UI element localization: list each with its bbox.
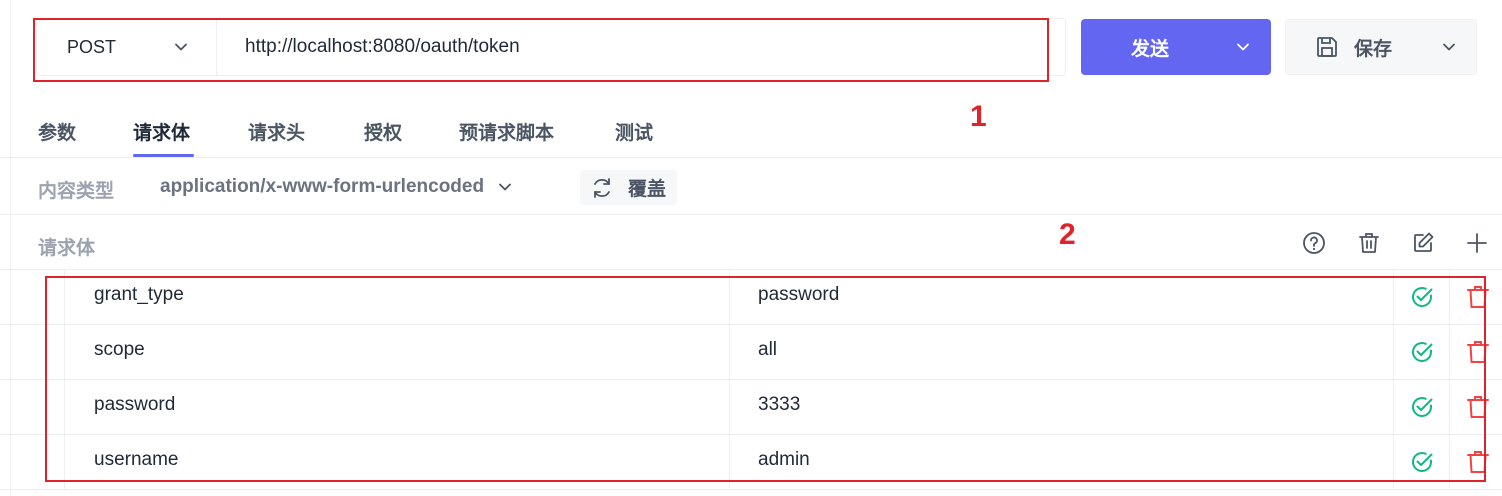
tab-auth[interactable]: 授权 xyxy=(364,118,402,145)
param-key[interactable]: grant_type xyxy=(94,284,184,306)
tab-tests[interactable]: 测试 xyxy=(615,118,653,145)
send-button[interactable]: 发送 xyxy=(1081,19,1271,75)
tab-body[interactable]: 请求体 xyxy=(133,118,190,145)
column-divider xyxy=(1449,325,1450,379)
check-circle-icon[interactable] xyxy=(1408,338,1436,366)
method-select[interactable]: POST xyxy=(37,19,217,75)
refresh-icon xyxy=(594,177,610,198)
content-type-value: application/x-www-form-urlencoded xyxy=(160,176,485,197)
param-value[interactable]: 3333 xyxy=(758,394,800,416)
column-divider xyxy=(1449,380,1450,434)
param-value[interactable]: all xyxy=(758,339,777,361)
override-button[interactable]: 覆盖 xyxy=(580,170,677,205)
param-key[interactable]: scope xyxy=(94,339,145,361)
table-row: grant_type password xyxy=(0,270,1502,325)
column-divider xyxy=(1449,270,1450,324)
active-tab-indicator xyxy=(133,154,194,157)
content-type-label: 内容类型 xyxy=(38,181,115,202)
chevron-down-icon xyxy=(172,38,190,56)
override-label: 覆盖 xyxy=(628,179,667,200)
save-button[interactable]: 保存 xyxy=(1285,19,1477,75)
check-circle-icon[interactable] xyxy=(1408,283,1436,311)
body-label: 请求体 xyxy=(38,238,96,259)
save-button-label: 保存 xyxy=(1354,38,1393,60)
request-tabs: 参数 请求体 请求头 授权 预请求脚本 测试 xyxy=(0,104,1502,158)
row-drag-handle[interactable] xyxy=(64,380,65,434)
help-icon[interactable] xyxy=(1300,229,1328,257)
column-divider xyxy=(1449,435,1450,489)
request-url-group: POST http://localhost:8080/oauth/token xyxy=(36,18,1066,76)
column-divider xyxy=(729,380,730,434)
param-value[interactable]: password xyxy=(758,284,839,306)
tab-headers[interactable]: 请求头 xyxy=(248,118,305,145)
body-params-table: grant_type password scope all password 3… xyxy=(0,270,1502,490)
column-divider xyxy=(1393,435,1394,489)
chevron-down-icon xyxy=(1234,38,1252,56)
param-key[interactable]: username xyxy=(94,449,179,471)
row-drag-handle[interactable] xyxy=(64,270,65,324)
param-key[interactable]: password xyxy=(94,394,175,416)
trash-icon[interactable] xyxy=(1464,338,1492,366)
edit-icon[interactable] xyxy=(1409,229,1437,257)
check-circle-icon[interactable] xyxy=(1408,448,1436,476)
send-button-label: 发送 xyxy=(1130,38,1169,60)
param-value[interactable]: admin xyxy=(758,449,810,471)
trash-icon[interactable] xyxy=(1464,448,1492,476)
column-divider xyxy=(729,270,730,324)
trash-icon[interactable] xyxy=(1464,393,1492,421)
column-divider xyxy=(1393,270,1394,324)
trash-icon[interactable] xyxy=(1355,229,1383,257)
send-options-dropdown[interactable] xyxy=(1215,19,1271,75)
chevron-down-icon xyxy=(496,178,514,196)
column-divider xyxy=(1393,325,1394,379)
trash-icon[interactable] xyxy=(1464,283,1492,311)
url-input[interactable]: http://localhost:8080/oauth/token xyxy=(217,36,1065,58)
annotation-number-1: 1 xyxy=(970,100,987,133)
row-drag-handle[interactable] xyxy=(64,325,65,379)
save-icon xyxy=(1314,34,1340,60)
row-drag-handle[interactable] xyxy=(64,435,65,489)
tab-params[interactable]: 参数 xyxy=(38,118,76,145)
column-divider xyxy=(729,435,730,489)
column-divider xyxy=(729,325,730,379)
annotation-number-2: 2 xyxy=(1059,218,1076,251)
plus-icon[interactable] xyxy=(1463,229,1491,257)
content-type-row: 内容类型 application/x-www-form-urlencoded 覆… xyxy=(0,158,1502,215)
body-header: 请求体 xyxy=(0,215,1502,270)
tab-pre-request-script[interactable]: 预请求脚本 xyxy=(459,118,554,145)
chevron-down-icon[interactable] xyxy=(1440,38,1458,56)
check-circle-icon[interactable] xyxy=(1408,393,1436,421)
table-row: username admin xyxy=(0,435,1502,490)
table-row: password 3333 xyxy=(0,380,1502,435)
column-divider xyxy=(1393,380,1394,434)
table-row: scope all xyxy=(0,325,1502,380)
method-label: POST xyxy=(67,36,117,57)
content-type-select[interactable]: application/x-www-form-urlencoded xyxy=(160,176,514,198)
